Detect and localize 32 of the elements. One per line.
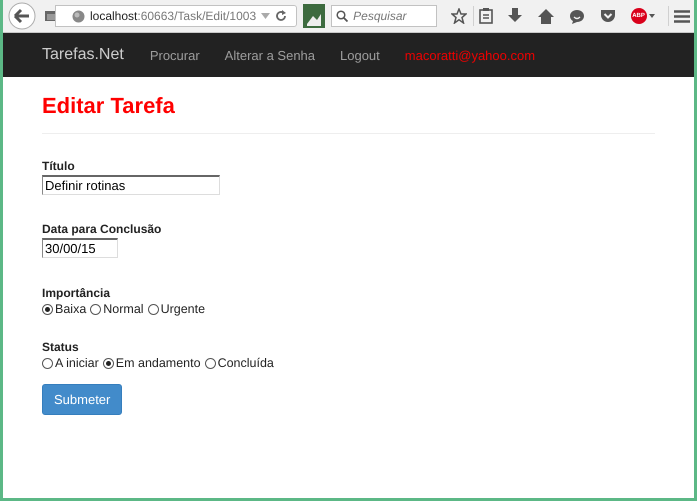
- date-field[interactable]: 30/00/15: [42, 238, 118, 258]
- radio-option[interactable]: Concluída: [204, 356, 274, 370]
- star-icon[interactable]: [450, 8, 467, 24]
- nav-link[interactable]: Procurar: [150, 48, 200, 62]
- submit-button[interactable]: Submeter: [42, 384, 122, 415]
- search-icon: [336, 10, 348, 22]
- chat-icon[interactable]: [568, 8, 585, 24]
- radio-option[interactable]: Baixa: [42, 302, 86, 316]
- download-icon[interactable]: [508, 8, 522, 24]
- page-heading: Editar Tarefa: [42, 93, 655, 134]
- radio-option[interactable]: Em andamento: [102, 356, 201, 370]
- user-email-link[interactable]: macoratti@yahoo.com: [404, 48, 536, 62]
- group-label: Status: [42, 340, 80, 354]
- field-label: Título: [42, 159, 76, 173]
- app-icon[interactable]: [303, 4, 326, 28]
- clipboard-icon[interactable]: [479, 8, 494, 24]
- field-label: Data para Conclusão: [42, 222, 162, 236]
- search-field[interactable]: Pesquisar: [331, 5, 438, 27]
- radio-option[interactable]: Normal: [90, 302, 144, 316]
- home-icon[interactable]: [538, 8, 554, 24]
- radio-option[interactable]: Urgente: [148, 302, 206, 316]
- nav-link[interactable]: Logout: [340, 48, 380, 62]
- group-label: Importância: [42, 286, 112, 300]
- menu-icon[interactable]: [674, 10, 690, 22]
- nav-link[interactable]: Alterar a Senha: [224, 48, 316, 62]
- caret-icon: [648, 14, 655, 18]
- radio-option[interactable]: A iniciar: [42, 356, 99, 370]
- address-bar[interactable]: localhost:60663/Task/Edit/1003: [55, 5, 298, 27]
- pocket-icon[interactable]: [600, 9, 616, 23]
- text-field[interactable]: Definir rotinas: [42, 175, 220, 195]
- reload-icon[interactable]: [275, 10, 288, 22]
- brand-link[interactable]: Tarefas.Net: [42, 46, 124, 64]
